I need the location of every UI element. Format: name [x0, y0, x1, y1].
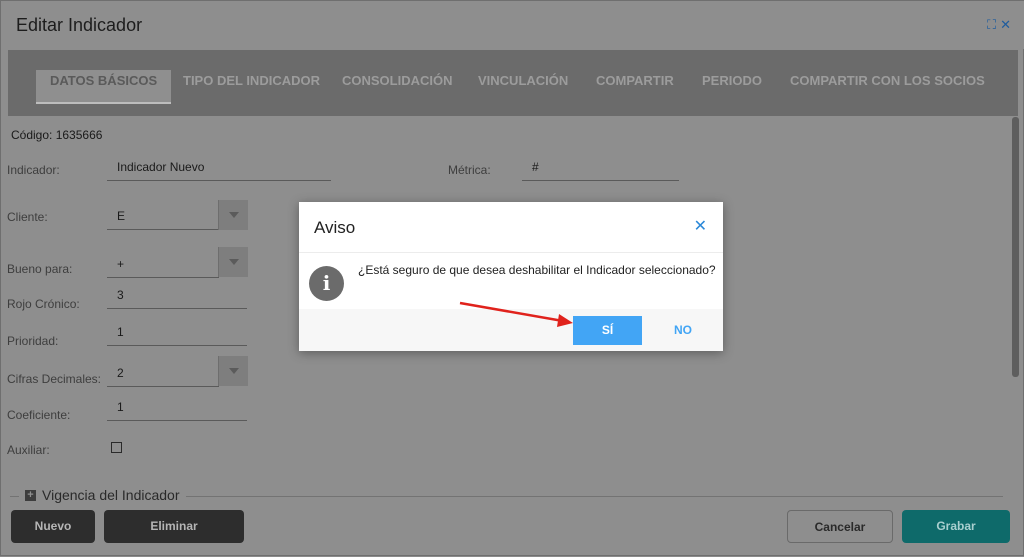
indicador-label: Indicador: [7, 163, 60, 177]
tab-compartir-con-los-socios[interactable]: COMPARTIR CON LOS SOCIOS [790, 70, 985, 102]
window-titlebar: Editar Indicador ⛶ ✕ [1, 1, 1024, 49]
tab-bar: DATOS BÁSICOS TIPO DEL INDICADOR CONSOLI… [8, 50, 1018, 116]
vertical-scrollbar[interactable] [1012, 117, 1019, 377]
vigencia-section-toggle[interactable]: + Vigencia del Indicador [19, 487, 186, 503]
auxiliar-label: Auxiliar: [7, 443, 50, 457]
bueno-para-label: Bueno para: [7, 262, 73, 276]
tab-consolidacion[interactable]: CONSOLIDACIÓN [342, 70, 453, 102]
dialog-title: Aviso [314, 218, 356, 237]
cifras-decimales-select[interactable]: 2 [107, 365, 219, 387]
indicador-input[interactable]: Indicador Nuevo [107, 159, 331, 181]
grabar-button[interactable]: Grabar [902, 510, 1010, 543]
aviso-dialog: Aviso ✕ i ¿Está seguro de que desea desh… [299, 202, 723, 351]
tab-datos-basicos[interactable]: DATOS BÁSICOS [36, 70, 172, 104]
coeficiente-input[interactable]: 1 [107, 399, 247, 421]
window-controls: ⛶ ✕ [987, 18, 1011, 32]
coeficiente-label: Coeficiente: [7, 408, 71, 422]
cifras-decimales-label: Cifras Decimales: [7, 372, 102, 386]
tab-compartir[interactable]: COMPARTIR [596, 70, 674, 102]
nuevo-button[interactable]: Nuevo [11, 510, 95, 543]
tab-vinculacion[interactable]: VINCULACIÓN [478, 70, 568, 102]
metrica-input[interactable]: # [522, 159, 679, 181]
cliente-dropdown-button[interactable] [218, 200, 248, 230]
prioridad-input[interactable]: 1 [107, 324, 247, 346]
auxiliar-checkbox[interactable] [111, 442, 122, 453]
maximize-icon[interactable]: ⛶ [987, 18, 996, 32]
cliente-select[interactable]: E [107, 208, 219, 230]
cancelar-button[interactable]: Cancelar [787, 510, 893, 543]
eliminar-button[interactable]: Eliminar [104, 510, 244, 543]
info-icon: i [309, 266, 344, 301]
close-icon[interactable]: ✕ [694, 219, 707, 235]
bueno-para-dropdown-button[interactable] [218, 247, 248, 277]
confirm-no-button[interactable]: NO [659, 316, 707, 345]
codigo-label: Código: 1635666 [11, 128, 103, 142]
cliente-label: Cliente: [7, 210, 48, 224]
tab-tipo-del-indicador[interactable]: TIPO DEL INDICADOR [183, 70, 320, 102]
vigencia-title: Vigencia del Indicador [42, 487, 180, 503]
prioridad-label: Prioridad: [7, 334, 59, 348]
metrica-label: Métrica: [448, 163, 491, 177]
close-icon[interactable]: ✕ [1000, 18, 1011, 32]
tab-periodo[interactable]: PERIODO [702, 70, 762, 102]
plus-icon: + [25, 489, 36, 501]
dialog-divider [299, 252, 723, 253]
confirm-yes-button[interactable]: SÍ [573, 316, 642, 345]
bueno-para-select[interactable]: + [107, 256, 219, 278]
chevron-down-icon [228, 259, 239, 265]
rojo-cronico-label: Rojo Crónico: [7, 297, 80, 311]
rojo-cronico-input[interactable]: 3 [107, 287, 247, 309]
window-title: Editar Indicador [16, 15, 143, 35]
cifras-decimales-dropdown-button[interactable] [218, 356, 248, 386]
chevron-down-icon [228, 212, 239, 218]
chevron-down-icon [228, 368, 239, 374]
dialog-message: ¿Está seguro de que desea deshabilitar e… [358, 263, 716, 277]
